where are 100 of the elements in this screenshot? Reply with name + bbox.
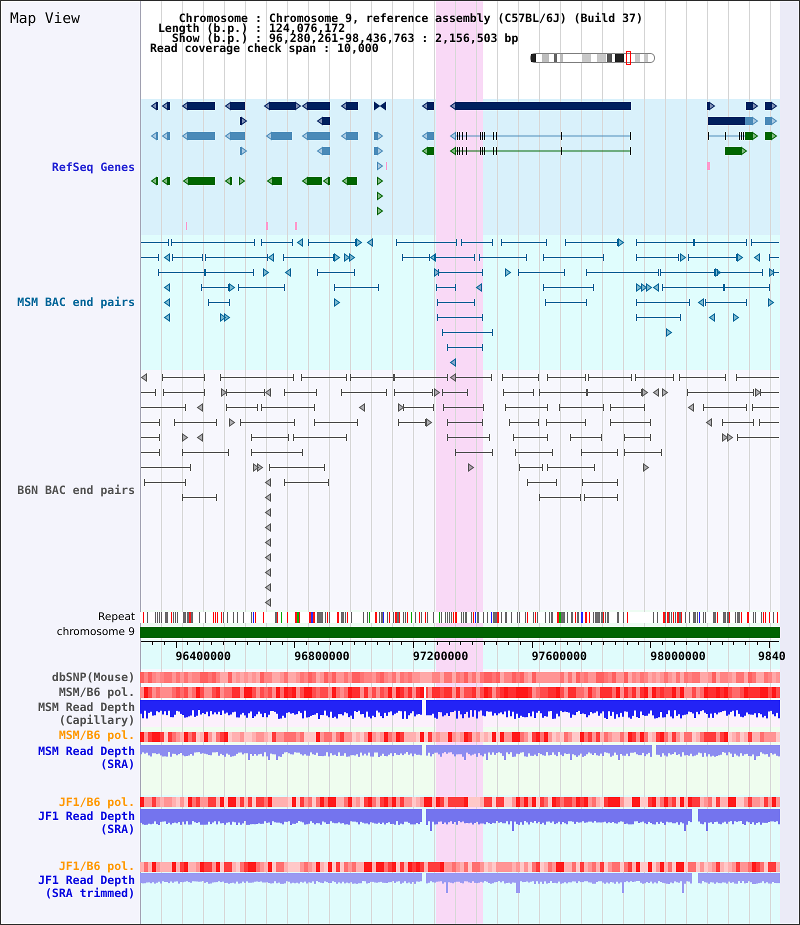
bac-end-marker [505, 268, 512, 277]
bac-end-marker [769, 268, 776, 277]
bac-end-pair [140, 434, 160, 442]
bac-end-marker [430, 253, 436, 262]
bac-end-pair [182, 448, 230, 456]
bac-end-pair [758, 418, 780, 426]
bac-end-marker [768, 298, 774, 307]
bac-end-pair [282, 254, 334, 262]
bac-end-marker [264, 523, 271, 532]
gene-feature [377, 162, 384, 170]
bac-end-pair [624, 434, 652, 442]
bac-end-pair [140, 404, 186, 412]
bac-end-marker [264, 553, 271, 562]
info-separator: : [255, 13, 262, 23]
gene-feature [374, 132, 384, 140]
bac-end-marker [618, 238, 624, 247]
info-value: 124,076,172 [269, 23, 346, 33]
bac-end-pair [460, 238, 494, 246]
bac-end-pair [760, 388, 780, 396]
track-label: JF1 Read Depth (SRA trimmed) [37, 874, 135, 900]
bac-end-pair [546, 464, 596, 472]
info-value: 96,280,261-98,436,763 : 2,156,503 bp [269, 33, 520, 43]
bac-end-pair [238, 284, 286, 292]
bac-end-pair [508, 418, 540, 426]
bac-end-pair [454, 448, 494, 456]
gene-feature [342, 176, 357, 186]
bac-end-pair [182, 494, 218, 502]
bac-end-pair [402, 254, 430, 262]
bac-end-marker [755, 388, 762, 397]
gene-feature [162, 176, 170, 186]
bac-end-marker [476, 283, 482, 292]
track-label: JF1 Read Depth (SRA) [37, 810, 135, 836]
bac-end-marker [196, 433, 203, 442]
bac-end-marker [358, 403, 365, 412]
bac-end-pair [140, 448, 160, 456]
track-label: JF1/B6 pol. [58, 796, 135, 808]
gene-feature [150, 132, 158, 140]
bac-end-marker [164, 283, 170, 292]
track-label: B6N BAC end pairs [17, 484, 135, 496]
bac-end-pair [250, 434, 290, 442]
gene-feature [422, 102, 434, 110]
bac-end-pair [314, 418, 358, 426]
bac-end-marker [356, 238, 362, 247]
bac-end-marker [164, 298, 170, 307]
gene-feature [765, 132, 778, 140]
feature-tick-mark [707, 162, 710, 170]
track-label: MSM Read Depth (SRA) [37, 745, 135, 771]
bac-end-marker [196, 403, 203, 412]
bac-end-marker [468, 463, 474, 472]
bac-end-pair [542, 284, 594, 292]
bac-end-marker [643, 463, 650, 472]
bac-end-pair [308, 238, 356, 246]
track-label: MSM/B6 pol. [58, 729, 135, 742]
bac-end-marker [264, 388, 271, 397]
bac-end-pair [334, 284, 380, 292]
bac-end-pair [502, 374, 540, 382]
bac-end-pair [736, 374, 780, 382]
bac-end-pair [446, 434, 490, 442]
gene-model [708, 132, 745, 140]
feature-tick-mark [266, 222, 268, 230]
gene-feature [150, 176, 158, 186]
gene-feature [374, 102, 386, 110]
gene-feature [422, 132, 434, 140]
coverage-label: Read coverage check span [150, 43, 316, 53]
bac-end-pair [174, 418, 218, 426]
bac-end-pair [768, 254, 780, 262]
bac-end-marker [662, 388, 668, 397]
bac-end-pair [752, 404, 780, 412]
info-separator: : [255, 23, 262, 33]
bac-end-pair [564, 238, 618, 246]
bac-end-pair [722, 418, 754, 426]
gene-feature [150, 102, 158, 110]
bac-end-pair [208, 298, 230, 306]
bac-end-pair [268, 464, 326, 472]
bac-end-pair [736, 434, 780, 442]
gene-feature [725, 146, 748, 156]
bac-end-pair [140, 254, 160, 262]
bac-end-marker [737, 253, 744, 262]
gene-feature [377, 192, 384, 200]
track-label: dbSNP(Mouse) [52, 670, 135, 684]
bac-end-pair [446, 344, 484, 352]
axis-tick-label: 96800000 [294, 649, 350, 663]
bac-end-pair [636, 298, 690, 306]
bac-end-pair [140, 418, 160, 426]
feature-tick-mark [186, 222, 187, 230]
bac-end-pair [580, 448, 618, 456]
bac-end-pair [340, 388, 388, 396]
bac-end-pair [526, 478, 558, 486]
bac-end-pair [226, 404, 258, 412]
bac-end-pair [624, 448, 662, 456]
bac-end-marker [366, 238, 373, 247]
gene-feature [765, 116, 778, 126]
gene-feature [316, 116, 330, 126]
info-label: Length (b.p.) [158, 23, 248, 33]
bac-end-marker [398, 403, 404, 412]
bac-end-pair [538, 494, 582, 502]
bac-end-pair [478, 254, 528, 262]
bac-end-marker [652, 388, 659, 397]
bac-end-pair [316, 268, 356, 276]
bac-end-pair [514, 448, 554, 456]
